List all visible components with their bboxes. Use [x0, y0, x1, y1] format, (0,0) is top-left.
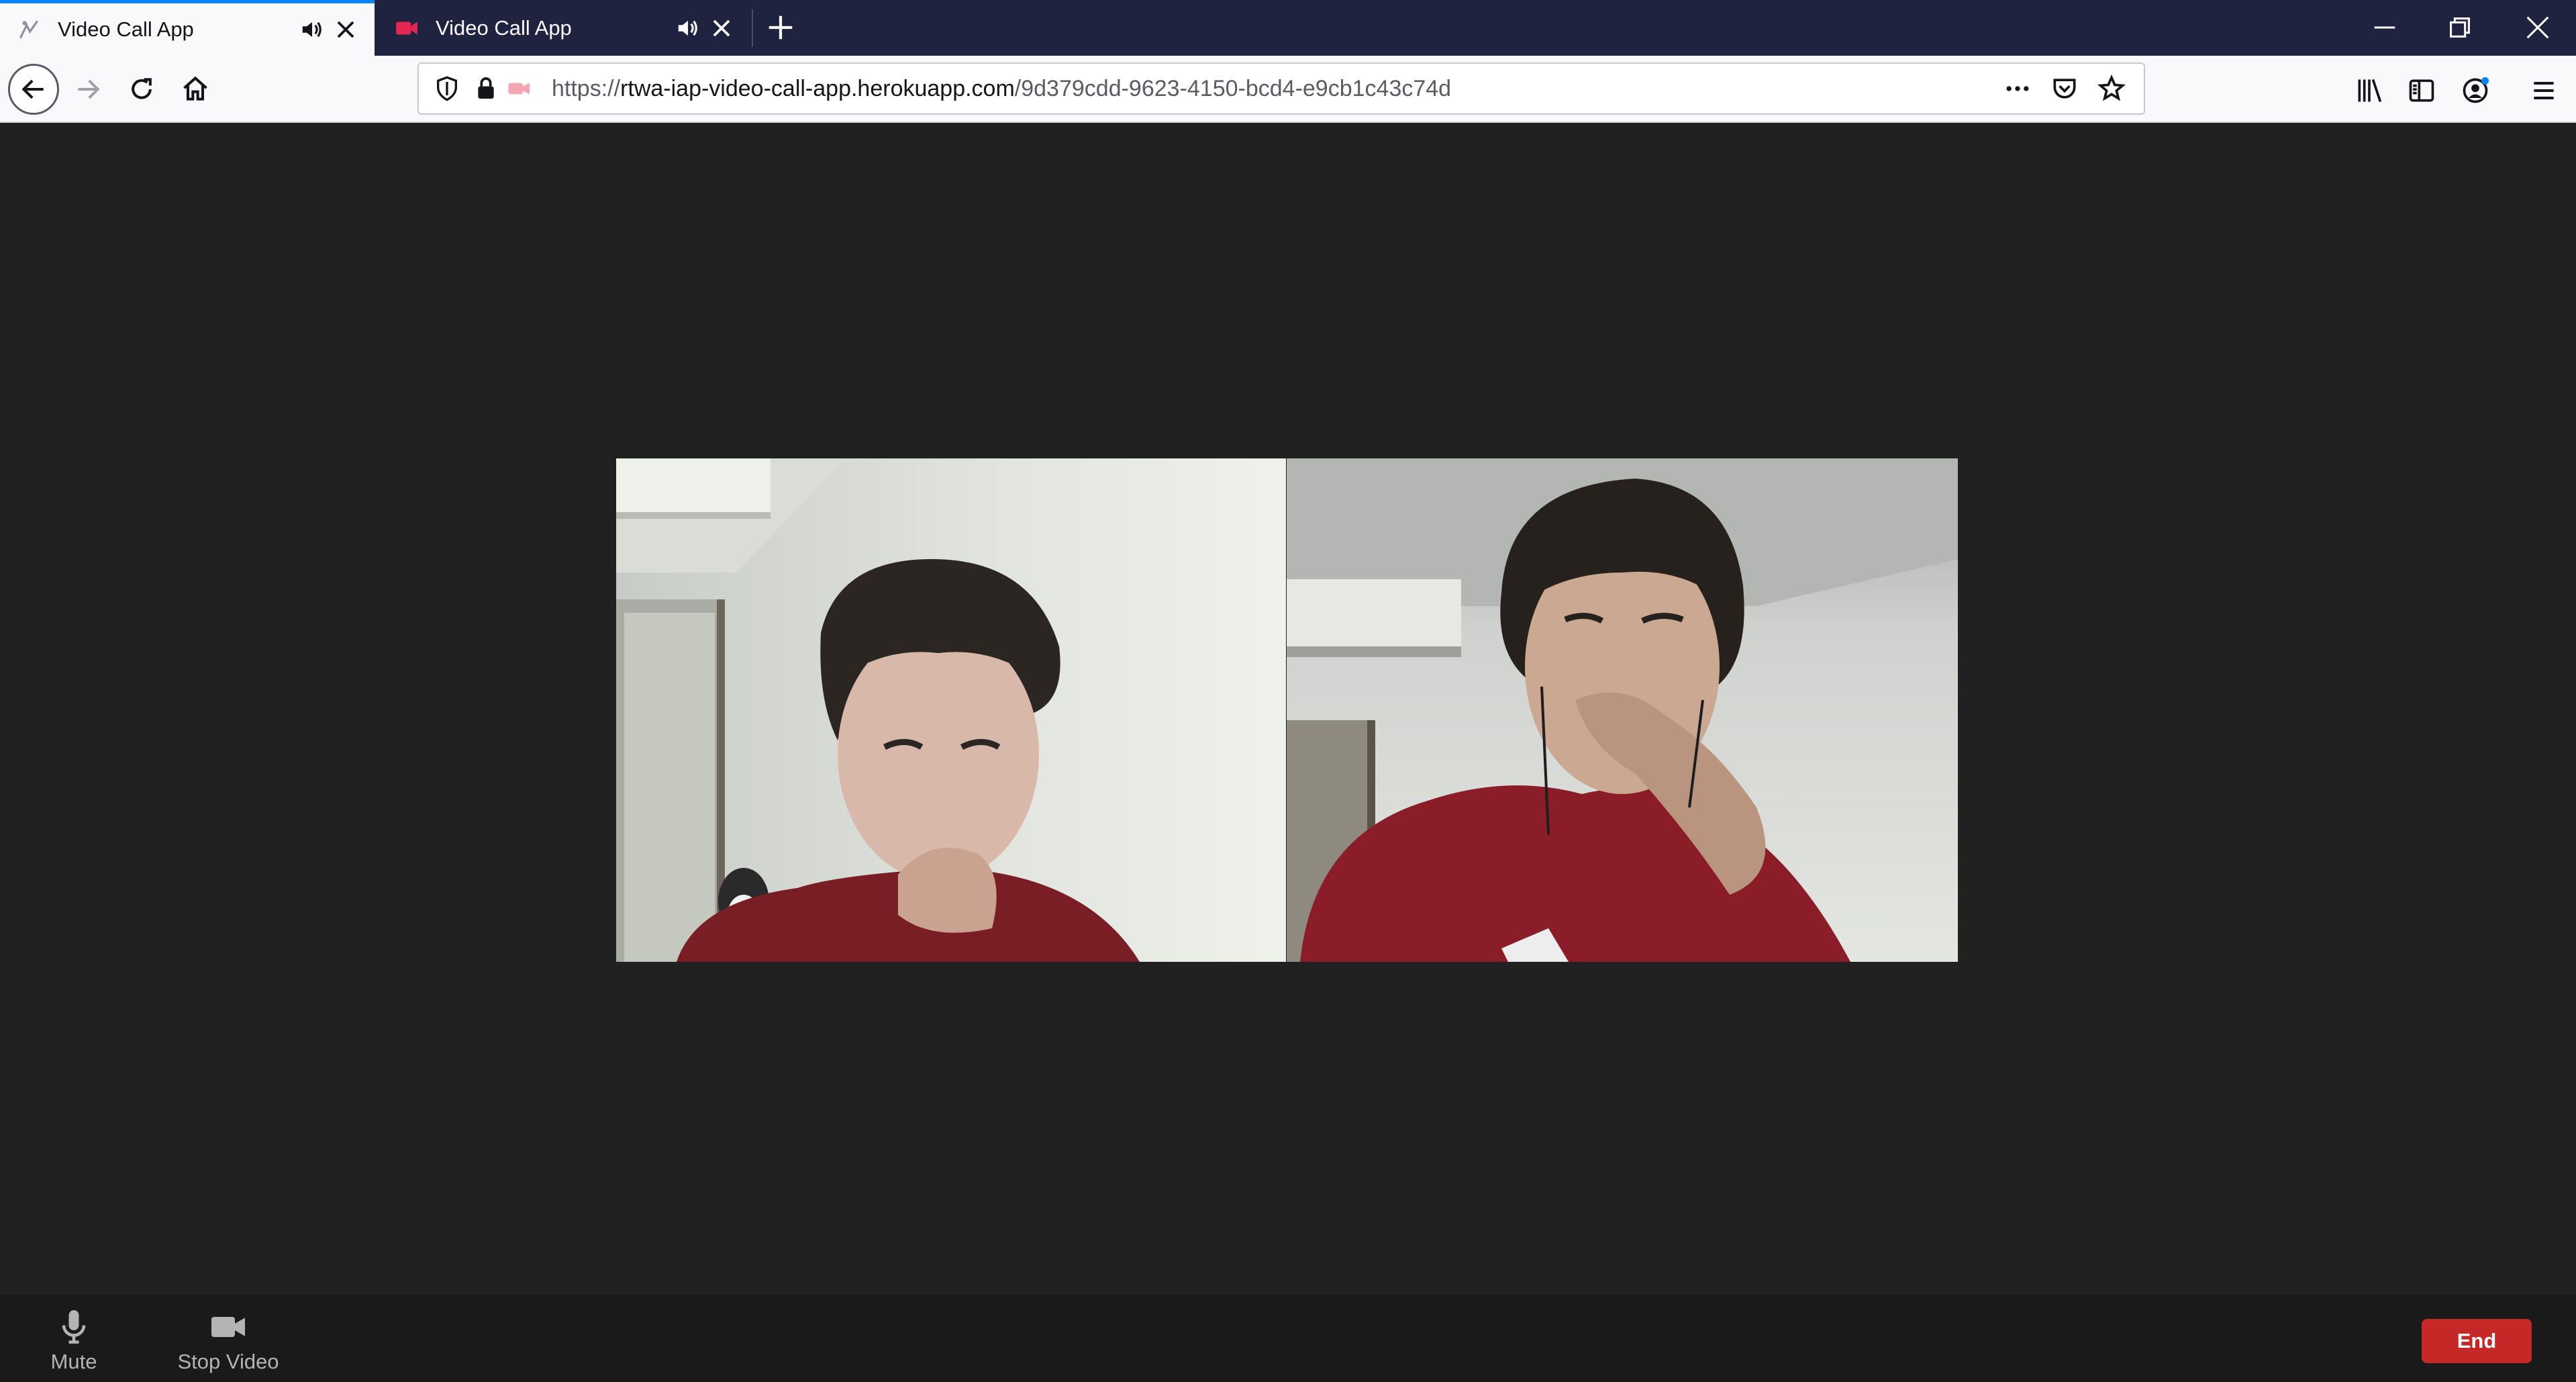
- camera-permission-icon[interactable]: [506, 75, 533, 102]
- speaker-icon[interactable]: [299, 17, 325, 42]
- forward-button[interactable]: [64, 65, 112, 113]
- call-controls-bar: Mute Stop Video End: [0, 1295, 2576, 1382]
- menu-icon[interactable]: [2529, 76, 2559, 105]
- more-icon[interactable]: [2003, 74, 2032, 103]
- pocket-icon[interactable]: [2050, 74, 2079, 103]
- reload-icon: [132, 78, 152, 99]
- speaker-icon[interactable]: [675, 15, 701, 41]
- mute-label: Mute: [50, 1350, 97, 1373]
- video-camera-icon: [211, 1317, 245, 1337]
- shield-icon[interactable]: [434, 75, 460, 102]
- navigation-toolbar: https://rtwa-iap-video-call-app.herokuap…: [0, 56, 2576, 123]
- close-icon[interactable]: [709, 15, 734, 41]
- url-path: /9d379cdd-9623-4150-bcd4-e9cb1c43c74d: [1014, 75, 1452, 101]
- stop-video-label: Stop Video: [177, 1350, 279, 1373]
- address-bar[interactable]: https://rtwa-iap-video-call-app.herokuap…: [417, 62, 2145, 115]
- sidebar-icon[interactable]: [2407, 76, 2436, 105]
- plus-icon[interactable]: [765, 12, 796, 43]
- lock-icon[interactable]: [473, 75, 499, 102]
- url-host: rtwa-iap-video-call-app.herokuapp.com: [620, 75, 1015, 101]
- tab-title: Video Call App: [58, 17, 194, 41]
- microphone-icon: [62, 1310, 86, 1344]
- camera-icon: [396, 21, 417, 34]
- tab-video-call-app-1[interactable]: Video Call App: [0, 0, 375, 56]
- close-icon[interactable]: [333, 17, 358, 42]
- back-icon: [21, 79, 44, 99]
- tab-title: Video Call App: [436, 15, 572, 40]
- local-video-frame: [616, 458, 1286, 962]
- home-button[interactable]: [171, 65, 219, 113]
- remote-video: [1287, 458, 1958, 962]
- local-video: [616, 458, 1286, 962]
- url-scheme: https://: [552, 75, 621, 101]
- mute-button[interactable]: Mute: [34, 1307, 114, 1374]
- tab-strip: Video Call App Video Call App: [0, 0, 2576, 56]
- tab-video-call-app-2[interactable]: Video Call App: [378, 0, 750, 56]
- restore-icon[interactable]: [2444, 12, 2475, 43]
- url-text[interactable]: https://rtwa-iap-video-call-app.herokuap…: [552, 76, 2003, 102]
- home-icon: [183, 76, 207, 101]
- library-icon[interactable]: [2355, 76, 2384, 105]
- account-icon[interactable]: [2461, 76, 2490, 105]
- window-close-icon[interactable]: [2522, 12, 2553, 43]
- minimize-icon[interactable]: [2369, 12, 2400, 43]
- tab-divider: [752, 9, 753, 47]
- back-button[interactable]: [8, 64, 59, 115]
- stop-video-button[interactable]: Stop Video: [164, 1307, 292, 1374]
- end-call-button[interactable]: End: [2422, 1319, 2532, 1363]
- forward-icon: [78, 79, 100, 99]
- star-icon[interactable]: [2097, 74, 2126, 103]
- remote-video-frame: [1287, 458, 1958, 962]
- app-favicon-icon: [19, 20, 38, 39]
- reload-button[interactable]: [117, 65, 166, 113]
